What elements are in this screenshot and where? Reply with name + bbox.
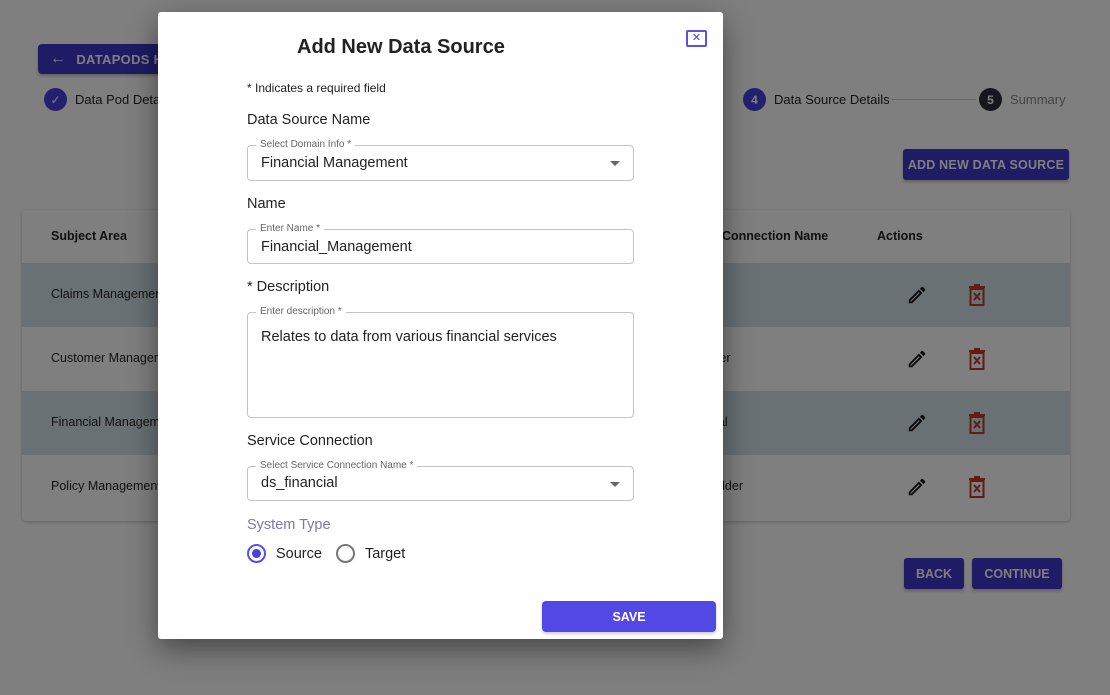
radio-unchecked-icon[interactable] — [335, 544, 355, 563]
description-label: * Description — [247, 279, 330, 295]
radio-target-label: Target — [364, 545, 406, 562]
description-textarea[interactable]: Enter description * Relates to data from… — [247, 306, 634, 418]
radio-source-label: Source — [276, 545, 322, 562]
domain-info-select[interactable]: Select Domain Info * Financial Managemen… — [247, 139, 634, 181]
description-legend: Enter description * — [256, 306, 346, 318]
chevron-down-icon — [610, 161, 620, 166]
radio-target[interactable]: Target — [335, 544, 406, 563]
service-connection-legend: Select Service Connection Name * — [256, 460, 418, 472]
chevron-down-icon — [610, 481, 620, 487]
close-icon[interactable]: ✕ — [686, 30, 707, 47]
service-connection-select[interactable]: Select Service Connection Name * ds_fina… — [247, 460, 634, 501]
save-button[interactable]: SAVE — [542, 601, 716, 632]
name-legend: Enter Name * — [256, 223, 325, 235]
add-data-source-dialog: Add New Data Source ✕ * Indicates a requ… — [158, 12, 723, 639]
radio-source[interactable]: Source — [247, 544, 322, 563]
required-field-note: * Indicates a required field — [247, 81, 386, 95]
system-type-radio-group: Source Target — [247, 544, 419, 563]
data-source-name-label: Data Source Name — [247, 112, 371, 128]
name-label: Name — [247, 196, 286, 212]
service-connection-label: Service Connection — [247, 433, 373, 449]
system-type-label: System Type — [247, 517, 331, 533]
domain-info-value: Financial Management — [261, 155, 408, 171]
name-input[interactable]: Enter Name * Financial_Management — [247, 223, 634, 264]
dialog-title: Add New Data Source — [297, 36, 505, 58]
domain-info-legend: Select Domain Info * — [256, 139, 356, 151]
name-value: Financial_Management — [261, 239, 412, 255]
description-value: Relates to data from various financial s… — [261, 329, 557, 345]
service-connection-value: ds_financial — [261, 475, 338, 491]
radio-checked-icon[interactable] — [247, 544, 266, 563]
